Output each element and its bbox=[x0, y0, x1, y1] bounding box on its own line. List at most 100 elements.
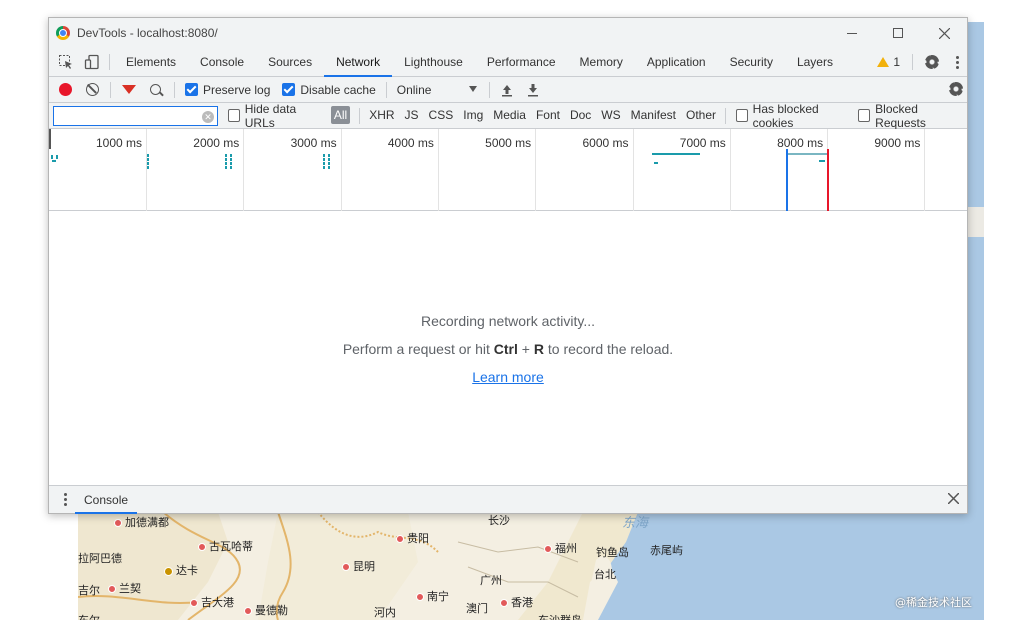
waterfall-mark bbox=[230, 154, 232, 170]
timeline-grid-line bbox=[243, 129, 245, 211]
waterfall-mark bbox=[52, 160, 56, 162]
more-options-icon[interactable] bbox=[947, 55, 967, 69]
device-toolbar-button[interactable] bbox=[79, 48, 105, 76]
filter-type-font[interactable]: Font bbox=[531, 102, 565, 128]
disable-cache-checkbox[interactable]: Disable cache bbox=[282, 83, 376, 97]
map-place-label: 兰契 bbox=[108, 580, 141, 596]
close-window-button[interactable] bbox=[921, 18, 967, 48]
tab-sources[interactable]: Sources bbox=[256, 48, 324, 76]
map-place-label: 古瓦哈蒂 bbox=[198, 538, 253, 554]
record-network-button[interactable] bbox=[59, 83, 72, 96]
map-place-label: 南宁 bbox=[416, 588, 449, 604]
network-settings-gear-icon[interactable] bbox=[949, 82, 963, 96]
filter-type-doc[interactable]: Doc bbox=[565, 102, 596, 128]
title-bar[interactable]: DevTools - localhost:8080/ bbox=[49, 18, 967, 48]
drawer-close-icon[interactable] bbox=[947, 491, 960, 509]
filter-funnel-icon[interactable] bbox=[122, 85, 136, 94]
learn-more-link[interactable]: Learn more bbox=[472, 369, 544, 385]
preserve-log-checkbox[interactable]: Preserve log bbox=[185, 83, 270, 97]
waterfall-mark bbox=[652, 153, 700, 155]
toolbar-separator bbox=[110, 81, 111, 98]
throttling-select[interactable]: Online bbox=[397, 83, 477, 97]
filter-type-img[interactable]: Img bbox=[458, 102, 488, 128]
network-overview-timeline[interactable]: 1000 ms 2000 ms 3000 ms 4000 ms 5000 ms 6000 … bbox=[49, 129, 967, 211]
filter-type-xhr[interactable]: XHR bbox=[364, 102, 399, 128]
export-har-button[interactable] bbox=[520, 83, 546, 97]
timeline-grid-line bbox=[729, 129, 731, 211]
map-place-label: 广州 bbox=[480, 574, 502, 587]
minimize-icon bbox=[847, 32, 857, 34]
tab-application[interactable]: Application bbox=[635, 48, 718, 76]
filter-type-manifest[interactable]: Manifest bbox=[626, 102, 681, 128]
waterfall-mark bbox=[323, 154, 325, 170]
search-icon[interactable] bbox=[150, 84, 161, 95]
map-place-label: 长沙 bbox=[488, 514, 510, 527]
reload-hint-prefix: Perform a request or hit bbox=[342, 341, 494, 357]
map-place-label: 钓鱼岛 bbox=[596, 546, 629, 559]
filter-type-ws[interactable]: WS bbox=[596, 102, 625, 128]
blocked-requests-label: Blocked Requests bbox=[875, 101, 926, 130]
hide-data-urls-check[interactable] bbox=[228, 109, 240, 122]
clear-filter-icon[interactable]: ✕ bbox=[202, 110, 214, 123]
filter-type-label: Media bbox=[493, 107, 526, 122]
warnings-count: 1 bbox=[893, 55, 900, 69]
filter-type-label: Doc bbox=[569, 107, 592, 122]
timeline-tick-label: 4000 ms bbox=[387, 136, 434, 150]
filter-type-label: XHR bbox=[369, 107, 395, 122]
shortcut-key-r: R bbox=[533, 341, 544, 357]
clear-log-button[interactable] bbox=[86, 83, 99, 96]
tab-elements[interactable]: Elements bbox=[114, 48, 188, 76]
tab-lighthouse[interactable]: Lighthouse bbox=[392, 48, 475, 76]
map-place-label: 吉大港 bbox=[190, 594, 234, 610]
tab-performance[interactable]: Performance bbox=[475, 48, 568, 76]
filter-input[interactable] bbox=[53, 105, 218, 126]
inspect-element-button[interactable] bbox=[53, 48, 79, 76]
tab-layers[interactable]: Layers bbox=[785, 48, 845, 76]
tab-network[interactable]: Network bbox=[324, 48, 393, 77]
preserve-log-check[interactable] bbox=[185, 83, 198, 96]
import-har-button[interactable] bbox=[494, 83, 520, 97]
tab-memory[interactable]: Memory bbox=[568, 48, 635, 76]
timeline-tick-label: 2000 ms bbox=[193, 136, 240, 150]
toolbar-separator bbox=[174, 81, 175, 98]
reload-hint: Perform a request or hit Ctrl + R to rec… bbox=[49, 341, 967, 357]
timeline-grid-line bbox=[340, 129, 342, 211]
timeline-grid-line bbox=[437, 129, 439, 211]
recording-message: Recording network activity... bbox=[420, 313, 596, 329]
map-place-label: 贵阳 bbox=[396, 530, 429, 546]
waterfall-mark bbox=[147, 154, 149, 170]
settings-gear-icon[interactable] bbox=[925, 55, 939, 69]
warnings-badge[interactable]: 1 bbox=[869, 55, 908, 69]
minimize-button[interactable] bbox=[829, 18, 875, 48]
shortcut-key-ctrl: Ctrl bbox=[493, 341, 518, 357]
has-blocked-cookies-check[interactable] bbox=[735, 109, 748, 122]
tab-separator bbox=[912, 54, 913, 70]
blocked-requests-check[interactable] bbox=[858, 109, 871, 122]
hide-data-urls-checkbox[interactable]: Hide data URLs bbox=[228, 102, 320, 130]
filter-separator bbox=[359, 107, 361, 124]
disable-cache-check[interactable] bbox=[282, 83, 296, 96]
filter-type-label: WS bbox=[601, 107, 621, 122]
toolbar-separator bbox=[488, 81, 490, 98]
map-place-label: 达卡 bbox=[164, 562, 198, 578]
filter-type-all[interactable]: All bbox=[326, 102, 355, 128]
has-blocked-cookies-checkbox[interactable]: Has blocked cookies bbox=[735, 102, 851, 130]
drawer-menu-icon[interactable] bbox=[55, 493, 75, 506]
maximize-button[interactable] bbox=[875, 18, 921, 48]
inspect-cursor-icon bbox=[59, 55, 72, 69]
blocked-requests-checkbox[interactable]: Blocked Requests bbox=[858, 102, 961, 130]
map-place-label: 加德满都 bbox=[114, 514, 169, 530]
filter-type-media[interactable]: Media bbox=[488, 102, 531, 128]
map-watermark: @稀金技术社区 bbox=[895, 596, 972, 609]
timeline-grid-line bbox=[632, 129, 634, 211]
filter-type-other[interactable]: Other bbox=[681, 102, 721, 128]
filter-type-css[interactable]: CSS bbox=[424, 102, 459, 128]
devtools-window: DevTools - localhost:8080/ Elements Conso… bbox=[48, 17, 968, 514]
chrome-logo-icon bbox=[56, 26, 70, 40]
network-toolbar: Preserve log Disable cache Online bbox=[49, 77, 967, 103]
chevron-down-icon bbox=[468, 85, 477, 92]
tab-security[interactable]: Security bbox=[718, 48, 785, 76]
drawer-tab-console[interactable]: Console bbox=[75, 486, 138, 514]
filter-type-js[interactable]: JS bbox=[400, 102, 424, 128]
tab-console[interactable]: Console bbox=[188, 48, 256, 76]
